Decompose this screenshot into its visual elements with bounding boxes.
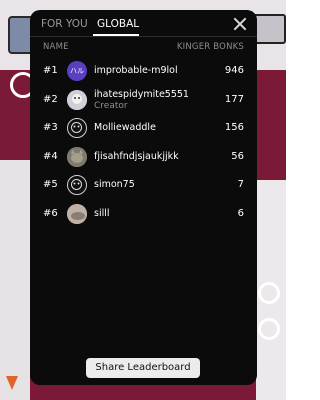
score: 156 (224, 122, 244, 133)
divider (30, 36, 257, 37)
rank: #4 (43, 150, 58, 162)
close-icon[interactable] (232, 16, 248, 32)
avatar (67, 203, 87, 224)
creator-label: Creator (94, 100, 128, 111)
score: 946 (224, 65, 244, 76)
column-header-name: NAME (43, 42, 69, 52)
avatar (67, 118, 87, 138)
avatar-image (71, 122, 82, 133)
background-ring (258, 318, 280, 340)
avatar-image (67, 203, 87, 224)
leaderboard-list: #1 ハル improbable-m9lol 946 #2 ihatespidy… (30, 58, 257, 229)
leaderboard-row[interactable]: #3 Molliewaddle 156 (30, 115, 257, 144)
score: 6 (237, 207, 244, 219)
background-ring (258, 282, 280, 304)
background-badge (252, 14, 286, 44)
rank: #2 (43, 93, 58, 105)
username: silll (94, 207, 110, 219)
leaderboard-row[interactable]: #5 simon75 7 (30, 172, 257, 201)
rank: #3 (43, 122, 58, 133)
leaderboard-row[interactable]: #2 ihatespidymite5551 Creator 177 (30, 87, 257, 116)
avatar (67, 175, 87, 195)
username: ihatespidymite5551 (94, 88, 189, 100)
avatar (67, 146, 87, 167)
column-header-score: KINGER BONKS (176, 42, 244, 52)
username: fjisahfndjsjaukjjkk (94, 150, 179, 162)
avatar-image (67, 89, 87, 110)
tab-bar: FOR YOU GLOBAL (30, 10, 257, 38)
avatar: ハル (67, 61, 87, 81)
tab-for-you[interactable]: FOR YOU (41, 18, 88, 30)
avatar (67, 89, 87, 110)
username: simon75 (94, 179, 135, 190)
score: 7 (237, 179, 244, 190)
tab-global[interactable]: GLOBAL (97, 18, 139, 30)
leaderboard-modal: FOR YOU GLOBAL NAME KINGER BONKS #1 ハル i… (30, 10, 257, 385)
rank: #6 (43, 207, 58, 219)
score: 56 (231, 150, 244, 162)
avatar-image (67, 146, 87, 167)
leaderboard-row[interactable]: #4 fjisahfndjsjaukjjkk 56 (30, 144, 257, 173)
username: Molliewaddle (94, 122, 156, 133)
background-character (0, 160, 30, 400)
arrow-down-icon (6, 376, 18, 390)
avatar-image (71, 179, 82, 190)
username: improbable-m9lol (94, 65, 178, 76)
rank: #5 (43, 179, 58, 190)
leaderboard-row[interactable]: #1 ハル improbable-m9lol 946 (30, 58, 257, 87)
leaderboard-row[interactable]: #6 silll 6 (30, 201, 257, 230)
score: 177 (224, 93, 244, 105)
rank: #1 (43, 65, 58, 76)
share-leaderboard-button[interactable]: Share Leaderboard (86, 358, 200, 378)
